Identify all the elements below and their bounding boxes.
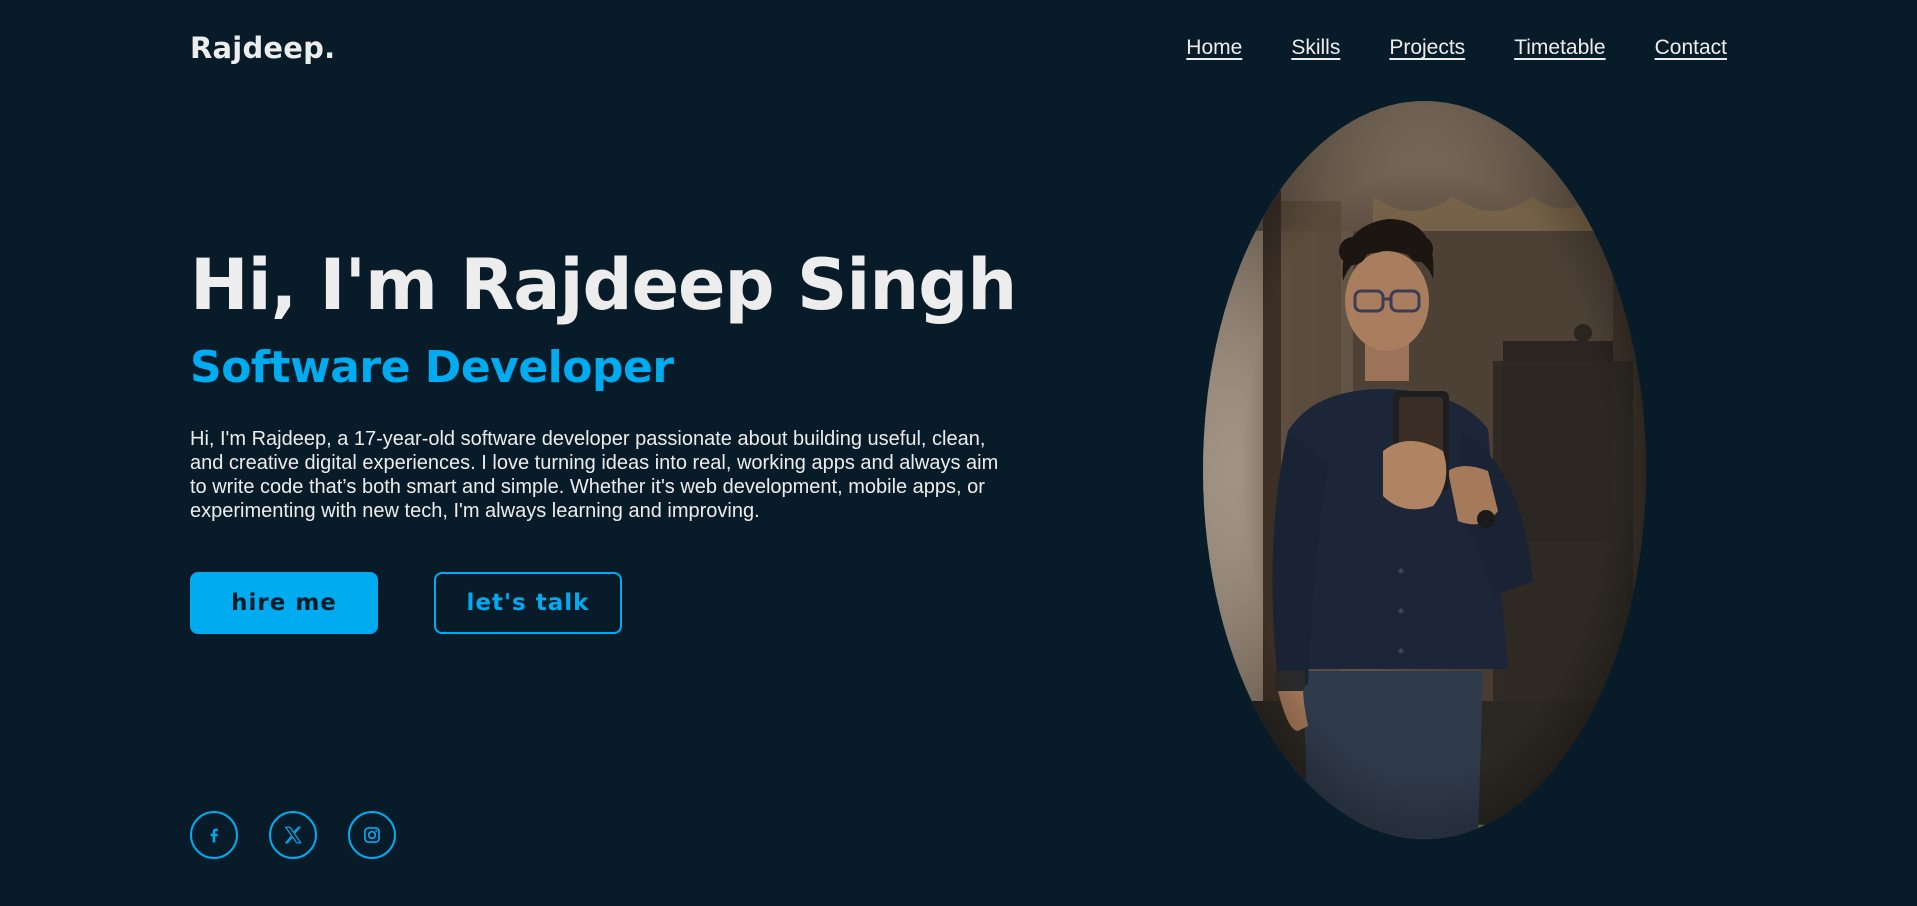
nav-home[interactable]: Home bbox=[1186, 36, 1242, 60]
logo[interactable]: Rajdeep. bbox=[190, 31, 335, 65]
hero-buttons: hire me let's talk bbox=[190, 572, 1030, 634]
profile-photo bbox=[1203, 101, 1646, 839]
social-links bbox=[190, 811, 396, 859]
facebook-link[interactable] bbox=[190, 811, 238, 859]
site-header: Rajdeep. Home Skills Projects Timetable … bbox=[190, 26, 1727, 70]
hero-heading: Hi, I'm Rajdeep Singh bbox=[190, 244, 1017, 326]
x-twitter-icon bbox=[285, 826, 302, 844]
hero-subheading: Software Developer bbox=[190, 342, 674, 393]
instagram-icon bbox=[364, 827, 380, 843]
nav-timetable[interactable]: Timetable bbox=[1514, 36, 1605, 60]
lets-talk-button[interactable]: let's talk bbox=[434, 572, 622, 634]
portfolio-page: Rajdeep. Home Skills Projects Timetable … bbox=[0, 0, 1917, 906]
nav-contact[interactable]: Contact bbox=[1655, 36, 1727, 60]
hero-content: Hi, I'm Rajdeep Singh Software Developer… bbox=[190, 250, 1030, 634]
profile-photo-illustration bbox=[1203, 101, 1646, 839]
nav-skills[interactable]: Skills bbox=[1291, 36, 1340, 60]
hero-bio: Hi, I'm Rajdeep, a 17-year-old software … bbox=[190, 428, 999, 522]
nav-projects[interactable]: Projects bbox=[1389, 36, 1465, 60]
hire-me-button[interactable]: hire me bbox=[190, 572, 378, 634]
main-nav: Home Skills Projects Timetable Contact bbox=[1186, 36, 1727, 60]
x-twitter-link[interactable] bbox=[269, 811, 317, 859]
instagram-link[interactable] bbox=[348, 811, 396, 859]
facebook-icon bbox=[210, 828, 218, 843]
